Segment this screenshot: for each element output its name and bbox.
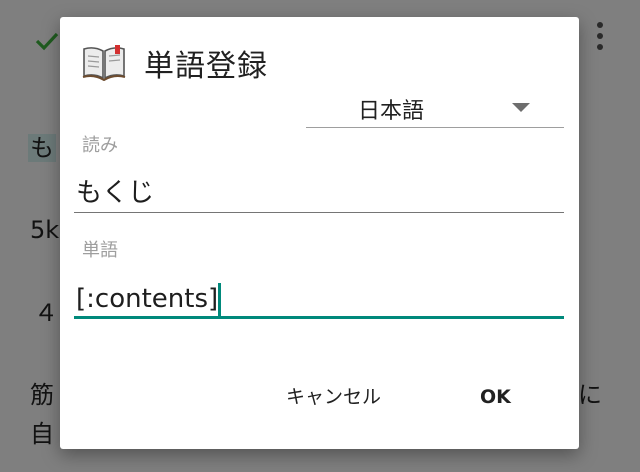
reading-label: 読み — [82, 135, 118, 156]
word-register-dialog: 単語登録 日本語 読み もくじ 単語 [:contents] キャンセル OK — [60, 17, 579, 449]
reading-input[interactable]: もくじ — [74, 173, 564, 213]
text-caret — [218, 282, 222, 317]
ok-button[interactable]: OK — [472, 377, 519, 417]
more-vert-icon[interactable] — [594, 22, 606, 56]
book-icon — [82, 45, 126, 81]
dialog-title: 単語登録 — [144, 49, 268, 84]
background-text-line: に — [578, 381, 602, 409]
background-text-line: も — [28, 134, 56, 162]
dialog-title-row: 単語登録 — [82, 43, 268, 84]
check-icon[interactable] — [34, 28, 60, 54]
background-text-line: 筋 — [30, 381, 54, 409]
background-text-line: 自 — [30, 420, 54, 448]
background-text-line: 5k — [30, 216, 60, 244]
background-text-line: ４ — [34, 299, 58, 327]
language-select[interactable]: 日本語 — [306, 91, 564, 128]
triangle-down-icon — [512, 103, 530, 112]
word-label: 単語 — [82, 240, 118, 261]
cancel-button[interactable]: キャンセル — [278, 377, 389, 417]
language-selected-value: 日本語 — [358, 99, 425, 124]
word-input[interactable]: [:contents] — [74, 279, 564, 319]
dialog-actions: キャンセル OK — [60, 377, 579, 417]
reading-value: もくじ — [76, 178, 155, 208]
word-value: [:contents] — [76, 284, 219, 314]
